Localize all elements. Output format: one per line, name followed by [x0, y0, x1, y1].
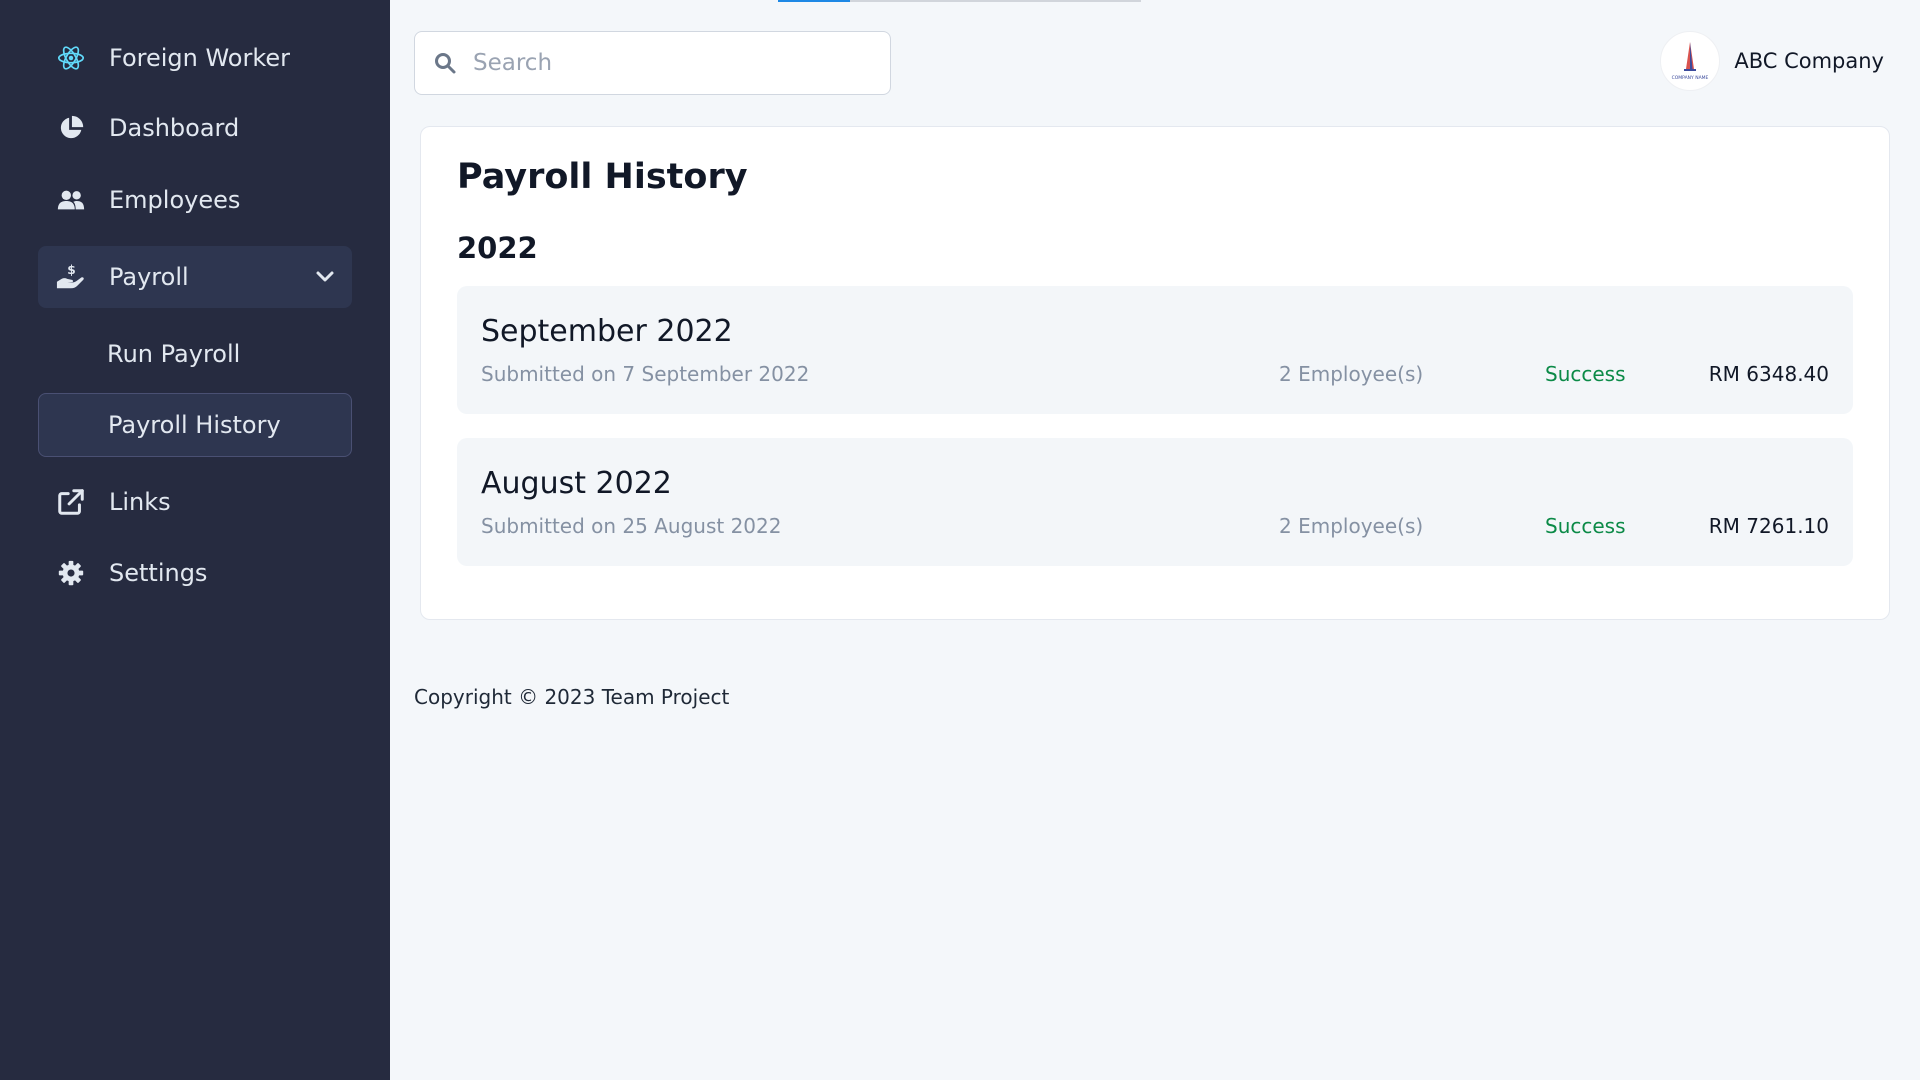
sidebar-item-label: Payroll: [109, 263, 189, 291]
top-progress-fill: [778, 0, 850, 2]
sidebar-subitem-label: Run Payroll: [107, 340, 241, 368]
run-submitted-date: Submitted on 25 August 2022: [481, 514, 782, 538]
svg-text:$: $: [67, 263, 75, 277]
sidebar-brand[interactable]: Foreign Worker: [38, 27, 352, 89]
run-submitted-date: Submitted on 7 September 2022: [481, 362, 810, 386]
sidebar-item-links[interactable]: Links: [38, 471, 352, 533]
payroll-run-item[interactable]: August 2022 Submitted on 25 August 2022 …: [457, 438, 1853, 566]
sidebar-item-dashboard[interactable]: Dashboard: [38, 97, 352, 159]
top-progress-bar: [778, 0, 1141, 2]
chevron-down-icon[interactable]: [312, 264, 338, 290]
sidebar-item-employees[interactable]: Employees: [38, 169, 352, 231]
hand-holding-dollar-icon: $: [56, 262, 86, 292]
run-employee-count: 2 Employee(s): [1279, 362, 1424, 386]
external-link-icon: [56, 487, 86, 517]
run-employee-count: 2 Employee(s): [1279, 514, 1424, 538]
sidebar-subitem-label: Payroll History: [108, 411, 281, 439]
search-box[interactable]: [414, 31, 891, 95]
run-amount: RM 7261.10: [1708, 514, 1829, 538]
app-root: Foreign Worker Dashboard Employees $ Pay…: [0, 0, 1920, 1080]
svg-text:COMPANY NAME: COMPANY NAME: [1672, 75, 1709, 81]
sidebar: Foreign Worker Dashboard Employees $ Pay…: [0, 0, 390, 1080]
sidebar-item-label: Settings: [109, 559, 208, 587]
run-amount: RM 6348.40: [1708, 362, 1829, 386]
pie-chart-icon: [56, 113, 86, 143]
run-status: Success: [1545, 362, 1626, 386]
sidebar-brand-label: Foreign Worker: [109, 44, 291, 72]
sidebar-item-label: Links: [109, 488, 171, 516]
company-profile[interactable]: COMPANY NAME ABC Company: [1660, 30, 1884, 92]
run-status: Success: [1545, 514, 1626, 538]
year-heading: 2022: [457, 231, 538, 265]
users-icon: [56, 185, 86, 215]
sidebar-item-settings[interactable]: Settings: [38, 542, 352, 604]
sidebar-item-label: Employees: [109, 186, 241, 214]
sidebar-subitem-payroll-history[interactable]: Payroll History: [38, 393, 352, 457]
react-atom-icon: [56, 43, 86, 73]
search-input[interactable]: [473, 50, 873, 76]
run-month: September 2022: [481, 314, 733, 349]
payroll-history-card: Payroll History 2022 September 2022 Subm…: [420, 126, 1890, 620]
company-logo: COMPANY NAME: [1660, 31, 1721, 91]
company-name: ABC Company: [1734, 49, 1884, 73]
sidebar-item-payroll[interactable]: $ Payroll: [38, 246, 352, 308]
run-month: August 2022: [481, 466, 672, 501]
footer-copyright: Copyright © 2023 Team Project: [414, 685, 730, 709]
page-title: Payroll History: [457, 157, 748, 197]
sidebar-subitem-run-payroll[interactable]: Run Payroll: [38, 322, 352, 386]
payroll-run-item[interactable]: September 2022 Submitted on 7 September …: [457, 286, 1853, 414]
search-icon: [433, 51, 457, 75]
gear-icon: [56, 558, 86, 588]
sidebar-item-label: Dashboard: [109, 114, 240, 142]
